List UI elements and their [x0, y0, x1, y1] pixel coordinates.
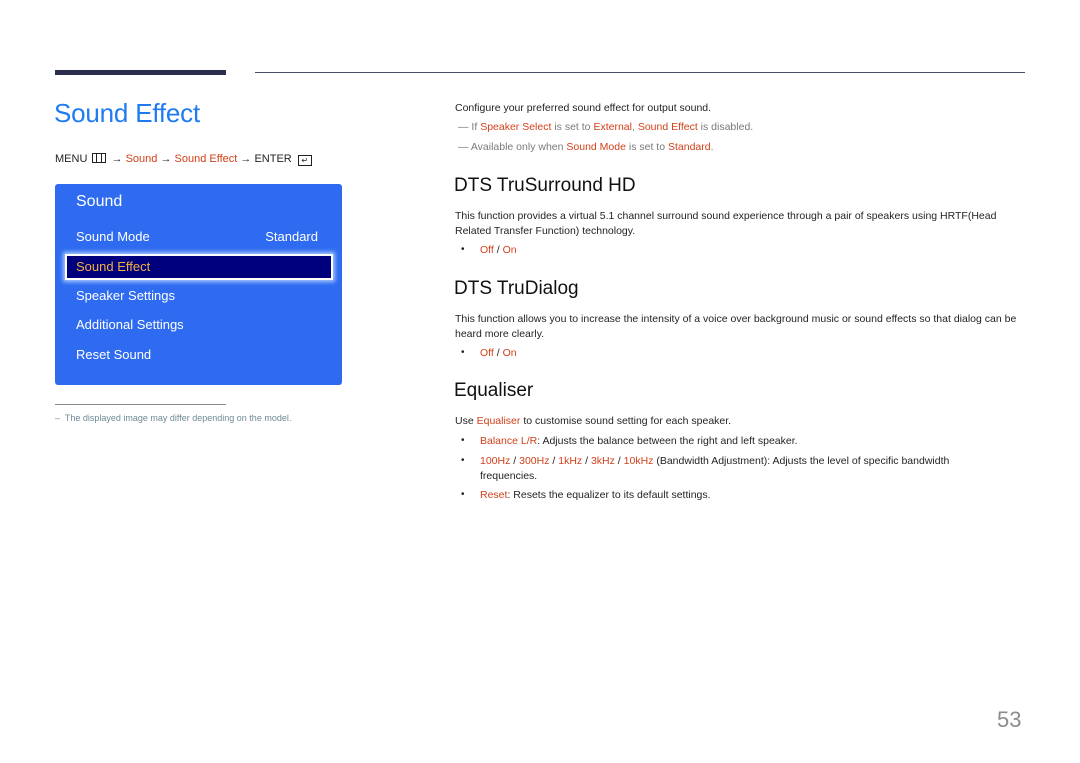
bullet-icon: •: [461, 435, 465, 446]
menu-item-speaker-settings[interactable]: Speaker Settings: [76, 288, 318, 303]
section-body-trudialog: This function allows you to increase the…: [455, 313, 1017, 340]
bullet-icon: •: [461, 455, 465, 466]
breadcrumb-arrow: →: [240, 153, 252, 165]
bullet-icon: •: [461, 244, 465, 255]
menu-item-sound-effect[interactable]: Sound Effect: [65, 254, 333, 280]
breadcrumb-sound: Sound: [125, 153, 158, 165]
breadcrumb-sound-effect: Sound Effect: [174, 153, 238, 165]
menu-item-label: Sound Mode: [76, 229, 150, 244]
menu-item-reset-sound[interactable]: Reset Sound: [76, 347, 318, 362]
equaliser-item-reset: • Reset: Resets the equalizer to its def…: [461, 489, 711, 501]
menu-item-additional-settings[interactable]: Additional Settings: [76, 317, 318, 332]
menu-grid-icon: [92, 153, 107, 163]
section-heading-trusurround: DTS TruSurround HD: [454, 175, 636, 196]
intro-note-1: ― If Speaker Select is set to External, …: [458, 121, 754, 133]
header-bar-thin: [255, 72, 1025, 73]
menu-item-label: Speaker Settings: [76, 288, 176, 303]
page-title: Sound Effect: [54, 98, 201, 128]
option-list-trusurround: • Off / On: [461, 244, 517, 256]
panel-title: Sound: [76, 193, 123, 210]
bullet-icon: •: [461, 489, 465, 500]
breadcrumb-enter: ENTER: [254, 153, 292, 165]
section-heading-trudialog: DTS TruDialog: [454, 278, 579, 299]
footnote-divider: [55, 404, 226, 405]
equaliser-item-balance: • Balance L/R: Adjusts the balance betwe…: [461, 435, 798, 447]
enter-icon: ↵: [297, 155, 312, 166]
option-list-trudialog: • Off / On: [461, 347, 517, 359]
bullet-icon: •: [461, 347, 465, 358]
menu-item-value: Standard: [265, 229, 318, 244]
equaliser-item-bands: • 100Hz / 300Hz / 1kHz / 3kHz / 10kHz (B…: [461, 455, 950, 482]
menu-item-label: Sound Effect: [76, 259, 151, 274]
intro-note-2: ― Available only when Sound Mode is set …: [458, 141, 714, 153]
footnote: – The displayed image may differ dependi…: [55, 413, 292, 423]
header-bar-thick: [55, 70, 226, 75]
section-heading-equaliser: Equaliser: [454, 380, 534, 401]
page-number: 53: [997, 707, 1022, 732]
intro-text: Configure your preferred sound effect fo…: [455, 102, 712, 114]
section-body-trusurround: This function provides a virtual 5.1 cha…: [455, 210, 997, 237]
breadcrumb-arrow: →: [111, 153, 123, 165]
section-body-equaliser: Use Equaliser to customise sound setting…: [455, 415, 732, 427]
menu-item-label: Reset Sound: [76, 347, 152, 362]
sound-menu-panel: Sound Sound Mode Standard Sound Effect S…: [55, 184, 342, 385]
menu-item-sound-mode[interactable]: Sound Mode Standard: [76, 229, 318, 244]
breadcrumb: MENU → Sound → Sound Effect → ENTER ↵: [55, 153, 312, 166]
menu-item-label: Additional Settings: [76, 317, 184, 332]
breadcrumb-arrow: →: [160, 153, 172, 165]
breadcrumb-menu: MENU: [55, 153, 88, 165]
